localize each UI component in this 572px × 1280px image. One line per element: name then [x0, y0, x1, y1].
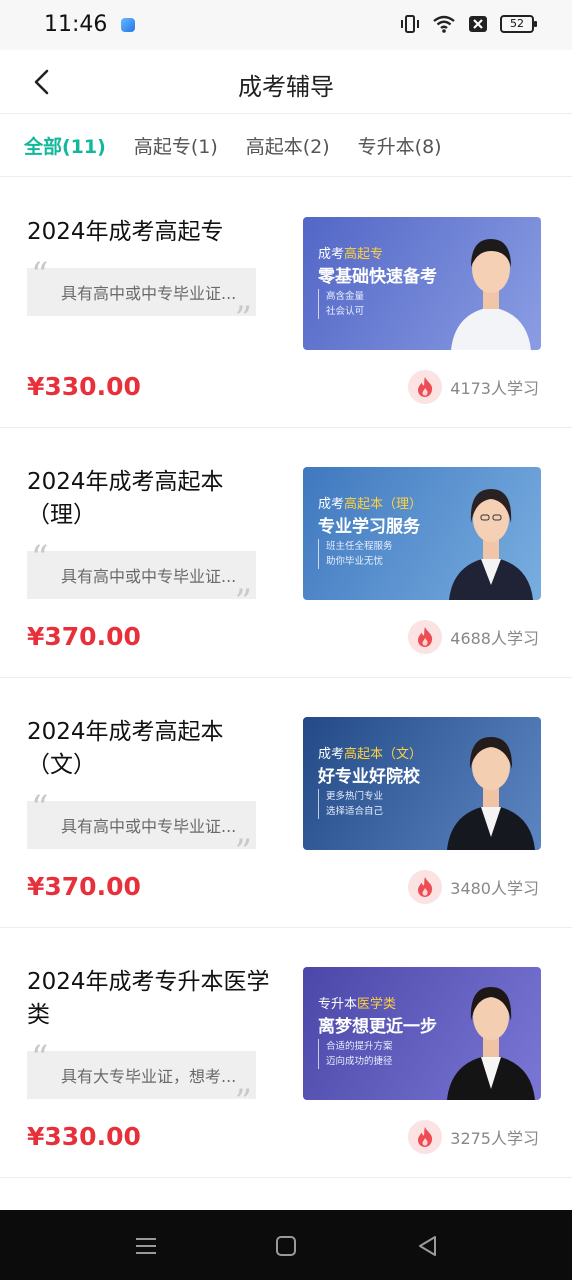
fire-icon: [408, 620, 443, 654]
banner-headline: 离梦想更近一步: [318, 1017, 437, 1037]
battery-indicator: 52: [500, 15, 537, 33]
banner-headline: 好专业好院校: [318, 767, 420, 787]
course-list: 2024年成考高起专 “ 具有高中或中专毕业证... ” ¥330.00 417…: [0, 178, 572, 1178]
close-quote-icon: ”: [234, 832, 252, 872]
course-summary-box: “ 具有高中或中专毕业证... ”: [27, 541, 256, 619]
course-summary: 具有高中或中专毕业证...: [61, 284, 237, 303]
wifi-icon: [433, 15, 455, 33]
course-price: ¥370.00: [27, 622, 141, 651]
home-icon[interactable]: [272, 1232, 300, 1260]
course-title: 2024年成考高起本（文）: [27, 719, 224, 778]
menu-icon[interactable]: [132, 1232, 160, 1260]
tab-gaoqiben[interactable]: 高起本(2): [246, 132, 330, 159]
course-price: ¥370.00: [27, 872, 141, 901]
course-summary: 具有高中或中专毕业证...: [61, 567, 237, 586]
teacher-photo: [447, 987, 535, 1100]
learner-info: 4173人学习: [408, 370, 539, 404]
course-price: ¥330.00: [27, 372, 141, 401]
banner-subtext: 更多热门专业 选择适合自己: [318, 789, 383, 819]
close-quote-icon: ”: [234, 582, 252, 622]
teacher-photo: [449, 489, 533, 600]
course-summary: 具有高中或中专毕业证...: [61, 817, 237, 836]
banner-subtext: 高含金量 社会认可: [318, 289, 364, 319]
course-summary: 具有大专毕业证，想考...: [61, 1067, 237, 1086]
course-banner[interactable]: 成考高起本（理） 专业学习服务 班主任全程服务 助你毕业无忧: [303, 467, 541, 600]
back-nav-icon[interactable]: [414, 1232, 442, 1260]
vibrate-icon: [401, 15, 419, 33]
nav-bar: 成考辅导: [0, 50, 572, 114]
fire-icon: [408, 1120, 443, 1154]
banner-subtext: 合适的提升方案 迈向成功的捷径: [318, 1039, 393, 1069]
course-summary-box: “ 具有大专毕业证，想考... ”: [27, 1041, 256, 1119]
banner-tagline: 成考高起本（理）: [318, 497, 423, 512]
open-quote-icon: “: [31, 255, 49, 295]
category-tabs: 全部(11) 高起专(1) 高起本(2) 专升本(8): [0, 115, 572, 177]
open-quote-icon: “: [31, 788, 49, 828]
learner-count: 4173人学习: [450, 379, 539, 398]
banner-subtext: 班主任全程服务 助你毕业无忧: [318, 539, 393, 569]
learner-count: 3480人学习: [450, 879, 539, 898]
open-quote-icon: “: [31, 1038, 49, 1078]
tab-all[interactable]: 全部(11): [24, 132, 106, 159]
banner-tagline: 专升本医学类: [318, 997, 397, 1012]
learner-info: 3275人学习: [408, 1120, 539, 1154]
tab-gaoqizhuan[interactable]: 高起专(1): [134, 132, 218, 159]
tab-zhuanshengben[interactable]: 专升本(8): [358, 132, 442, 159]
learner-info: 4688人学习: [408, 620, 539, 654]
learner-count: 4688人学习: [450, 629, 539, 648]
page-title: 成考辅导: [238, 73, 334, 101]
system-nav-bar: [0, 1210, 572, 1280]
course-item[interactable]: 2024年成考专升本医学类 “ 具有大专毕业证，想考... ” ¥330.00 …: [0, 928, 572, 1178]
teacher-photo: [447, 737, 535, 850]
course-title: 2024年成考高起本（理）: [27, 469, 224, 528]
close-quote-icon: ”: [234, 299, 252, 339]
course-banner[interactable]: 专升本医学类 离梦想更近一步 合适的提升方案 迈向成功的捷径: [303, 967, 541, 1100]
fire-icon: [408, 370, 443, 404]
course-title: 2024年成考专升本医学类: [27, 969, 270, 1028]
banner-tagline: 成考高起专: [318, 247, 384, 262]
course-banner[interactable]: 成考高起专 零基础快速备考 高含金量 社会认可: [303, 217, 541, 350]
banner-headline: 零基础快速备考: [318, 267, 437, 287]
course-item[interactable]: 2024年成考高起本（理） “ 具有高中或中专毕业证... ” ¥370.00 …: [0, 428, 572, 678]
course-summary-box: “ 具有高中或中专毕业证... ”: [27, 258, 256, 336]
open-quote-icon: “: [31, 538, 49, 578]
course-price: ¥330.00: [27, 1122, 141, 1151]
course-summary-box: “ 具有高中或中专毕业证... ”: [27, 791, 256, 869]
course-title: 2024年成考高起专: [27, 219, 224, 245]
close-quote-icon: ”: [234, 1082, 252, 1122]
fire-icon: [408, 870, 443, 904]
status-bar: 11:46 52: [0, 0, 572, 50]
sim-x-icon: [469, 16, 487, 32]
course-item[interactable]: 2024年成考高起本（文） “ 具有高中或中专毕业证... ” ¥370.00 …: [0, 678, 572, 928]
course-banner[interactable]: 成考高起本（文） 好专业好院校 更多热门专业 选择适合自己: [303, 717, 541, 850]
app-notification-icon: [121, 18, 135, 32]
banner-headline: 专业学习服务: [318, 517, 420, 537]
banner-tagline: 成考高起本（文）: [318, 747, 423, 762]
course-item[interactable]: 2024年成考高起专 “ 具有高中或中专毕业证... ” ¥330.00 417…: [0, 178, 572, 428]
teacher-photo: [451, 239, 531, 350]
status-icons: 52: [400, 14, 537, 34]
learner-count: 3275人学习: [450, 1129, 539, 1148]
status-time: 11:46: [44, 12, 108, 37]
learner-info: 3480人学习: [408, 870, 539, 904]
